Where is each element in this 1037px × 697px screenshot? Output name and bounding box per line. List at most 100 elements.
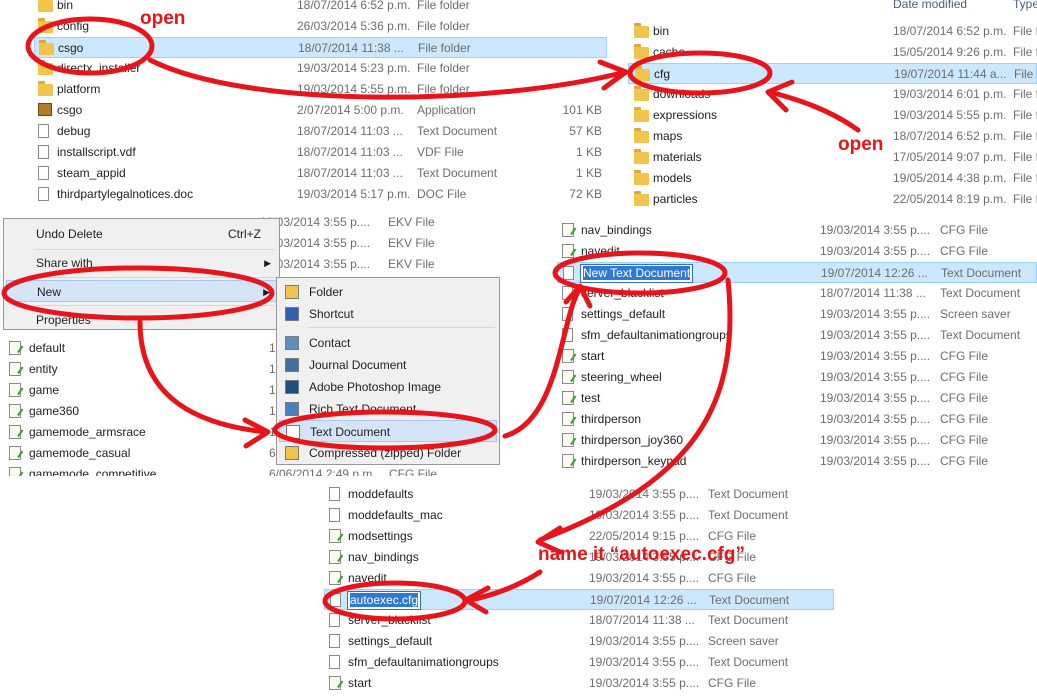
file-size: 1 KB bbox=[575, 166, 602, 180]
cfg-icon bbox=[562, 412, 574, 426]
explorer-panel-cfg-right: nav_bindings 19/03/2014 3:55 p.... CFG Fil… bbox=[555, 218, 1037, 476]
file-date: 19/03/2014 3:55 p.... bbox=[820, 223, 931, 237]
cfg-icon bbox=[9, 425, 21, 439]
explorer-panel-cfg-bottom: moddefaults 19/03/2014 3:55 p.... Text Doc… bbox=[322, 484, 834, 697]
submenu-item[interactable]: Compressed (zipped) Folder bbox=[279, 442, 497, 464]
file-row[interactable]: settings_default 19/03/2014 3:55 p.... Scr… bbox=[557, 304, 1037, 325]
menu-item-share-with[interactable]: Share with ▶ bbox=[6, 252, 277, 274]
file-row[interactable]: settings_default 19/03/2014 3:55 p.... Scr… bbox=[324, 631, 834, 652]
rename-input[interactable]: New Text Document bbox=[580, 264, 694, 283]
file-name: csgo bbox=[57, 103, 83, 117]
file-date: 19/07/2014 12:26 ... bbox=[590, 593, 697, 607]
file-row[interactable]: gamemode_competitive 6/06/2014 2:49 p.m. C… bbox=[4, 464, 500, 476]
folder-row[interactable]: maps 18/07/2014 6:52 p.m. File fo bbox=[628, 126, 1037, 147]
column-header-type[interactable]: Type bbox=[1013, 0, 1037, 11]
menu-item-undo-delete[interactable]: Undo Delete Ctrl+Z bbox=[6, 223, 277, 245]
file-row[interactable]: start 19/03/2014 3:55 p.... CFG File bbox=[557, 346, 1037, 367]
submenu-item[interactable]: Text Document bbox=[279, 420, 497, 442]
document-icon bbox=[38, 166, 49, 180]
cfg-icon bbox=[562, 391, 574, 405]
document-icon bbox=[562, 328, 573, 342]
submenu-item-label: Adobe Photoshop Image bbox=[309, 380, 442, 394]
file-type: VDF File bbox=[417, 145, 464, 159]
file-type: CFG File bbox=[940, 391, 988, 405]
menu-item-properties[interactable]: Properties bbox=[6, 309, 277, 331]
file-date: 19/03/2014 5:23 p.m. bbox=[297, 61, 411, 75]
file-row[interactable]: New Text Document 19/07/2014 12:26 ... Tex… bbox=[557, 262, 1037, 283]
file-row[interactable]: server_blacklist 18/07/2014 11:38 ... Text… bbox=[324, 610, 834, 631]
column-header-date[interactable]: Date modified bbox=[893, 0, 967, 11]
file-date: 19/03/2014 3:55 p.... bbox=[820, 328, 931, 342]
file-row[interactable]: navedit 19/03/2014 3:55 p.... CFG File bbox=[324, 568, 834, 589]
menu-item-new[interactable]: New ▶ bbox=[6, 280, 277, 302]
file-row[interactable]: debug 18/07/2014 11:03 ... Text Document 57… bbox=[34, 121, 607, 142]
file-name: bin bbox=[57, 0, 74, 12]
rename-input[interactable]: autoexec.cfg bbox=[347, 591, 422, 610]
file-date: 19/03/2014 5:17 p.m. bbox=[297, 187, 411, 201]
file-row[interactable]: nav_bindings 19/03/2014 3:55 p.... CFG Fil… bbox=[557, 220, 1037, 241]
file-row[interactable]: server_blacklist 18/07/2014 11:38 ... Text… bbox=[557, 283, 1037, 304]
file-name: navedit bbox=[581, 244, 620, 258]
folder-row[interactable]: particles 22/05/2014 8:19 p.m. File fo bbox=[628, 189, 1037, 210]
submenu-item[interactable]: Contact bbox=[279, 332, 497, 354]
file-type: Application bbox=[417, 103, 476, 117]
file-type: CFG File bbox=[708, 571, 756, 585]
zip-folder-icon bbox=[285, 446, 299, 460]
file-row[interactable]: 19/03/2014 3:55 p.... EKV File bbox=[260, 254, 500, 275]
file-row[interactable]: moddefaults 19/03/2014 3:55 p.... Text Doc… bbox=[324, 484, 834, 505]
file-row[interactable]: platform 19/03/2014 5:55 p.m. File folder bbox=[34, 79, 607, 100]
submenu-arrow-icon: ▶ bbox=[263, 287, 270, 297]
file-name: csgo bbox=[58, 41, 84, 55]
file-row[interactable]: start 19/03/2014 3:55 p.... CFG File bbox=[324, 673, 834, 694]
folder-row[interactable]: expressions 19/03/2014 5:55 p.m. File fo bbox=[628, 105, 1037, 126]
file-row[interactable]: sfm_defaultanimationgroups 19/03/2014 3:5… bbox=[324, 652, 834, 673]
file-row[interactable]: thirdperson_joy360 19/03/2014 3:55 p.... C… bbox=[557, 430, 1037, 451]
file-row[interactable]: navedit 19/03/2014 3:55 p.... CFG File bbox=[557, 241, 1037, 262]
file-row[interactable]: csgo 2/07/2014 5:00 p.m. Application 101 KB bbox=[34, 100, 607, 121]
cfg-icon bbox=[9, 446, 21, 460]
file-row[interactable]: thirdpartylegalnotices.doc 19/03/2014 5:1… bbox=[34, 184, 607, 205]
folder-icon bbox=[635, 66, 650, 81]
file-row[interactable]: config 26/03/2014 5:36 p.m. File folder bbox=[34, 16, 607, 37]
file-row[interactable]: 19/03/2014 3:55 p.... EKV File bbox=[260, 214, 500, 233]
file-name: thirdperson_joy360 bbox=[581, 433, 684, 447]
submenu-item[interactable]: Rich Text Document bbox=[279, 398, 497, 420]
cfg-icon bbox=[562, 349, 574, 363]
file-row[interactable]: thirdperson 19/03/2014 3:55 p.... CFG File bbox=[557, 409, 1037, 430]
file-name: start bbox=[581, 349, 605, 363]
file-row[interactable]: steam_appid 18/07/2014 11:03 ... Text Docu… bbox=[34, 163, 607, 184]
folder-row[interactable]: models 19/05/2014 4:38 p.m. File fo bbox=[628, 168, 1037, 189]
file-type: EKV File bbox=[388, 236, 435, 250]
file-row[interactable]: bin 18/07/2014 6:52 p.m. File folder bbox=[34, 0, 607, 16]
file-row[interactable]: directx_installer 19/03/2014 5:23 p.m. Fil… bbox=[34, 58, 607, 79]
file-name: moddefaults bbox=[348, 487, 414, 501]
submenu-item[interactable]: Folder bbox=[279, 281, 497, 303]
folder-row[interactable]: cache 15/05/2014 9:26 p.m. File fo bbox=[628, 42, 1037, 63]
file-date: 19/03/2014 3:55 p.... bbox=[820, 349, 931, 363]
folder-row[interactable]: materials 17/05/2014 9:07 p.m. File fo bbox=[628, 147, 1037, 168]
rename-selected-text: autoexec.cfg bbox=[350, 593, 419, 607]
submenu-item[interactable]: Adobe Photoshop Image bbox=[279, 376, 497, 398]
folder-row[interactable]: bin 18/07/2014 6:52 p.m. File fo bbox=[628, 21, 1037, 42]
submenu-item-label: Journal Document bbox=[309, 358, 407, 372]
folder-icon bbox=[38, 0, 53, 12]
file-row[interactable]: autoexec.cfg 19/07/2014 12:26 ... Text Doc… bbox=[324, 589, 834, 610]
document-icon bbox=[563, 266, 574, 280]
file-name: nav_bindings bbox=[348, 550, 419, 564]
file-row[interactable]: 19/03/2014 3:55 p.... EKV File bbox=[260, 233, 500, 254]
folder-row[interactable]: cfg 19/07/2014 11:44 a... File fo bbox=[628, 63, 1037, 84]
file-row[interactable]: steering_wheel 19/03/2014 3:55 p.... CFG F… bbox=[557, 367, 1037, 388]
file-row[interactable]: csgo 18/07/2014 11:38 ... File folder bbox=[34, 37, 607, 58]
file-name: entity bbox=[29, 362, 58, 376]
folder-row[interactable]: downloads 19/03/2014 6:01 p.m. File fo bbox=[628, 84, 1037, 105]
file-row[interactable]: sfm_defaultanimationgroups 19/03/2014 3:5… bbox=[557, 325, 1037, 346]
rich-text-icon bbox=[285, 402, 299, 416]
submenu-item[interactable]: Shortcut bbox=[279, 303, 497, 325]
file-row[interactable]: installscript.vdf 18/07/2014 11:03 ... VDF… bbox=[34, 142, 607, 163]
app-icon bbox=[38, 103, 52, 116]
file-row[interactable]: moddefaults_mac 19/03/2014 3:55 p.... Text… bbox=[324, 505, 834, 526]
submenu-item[interactable]: Journal Document bbox=[279, 354, 497, 376]
file-row[interactable]: test 19/03/2014 3:55 p.... CFG File bbox=[557, 388, 1037, 409]
file-type: File folder bbox=[417, 19, 470, 33]
file-row[interactable]: thirdperson_keypad 19/03/2014 3:55 p.... C… bbox=[557, 451, 1037, 472]
